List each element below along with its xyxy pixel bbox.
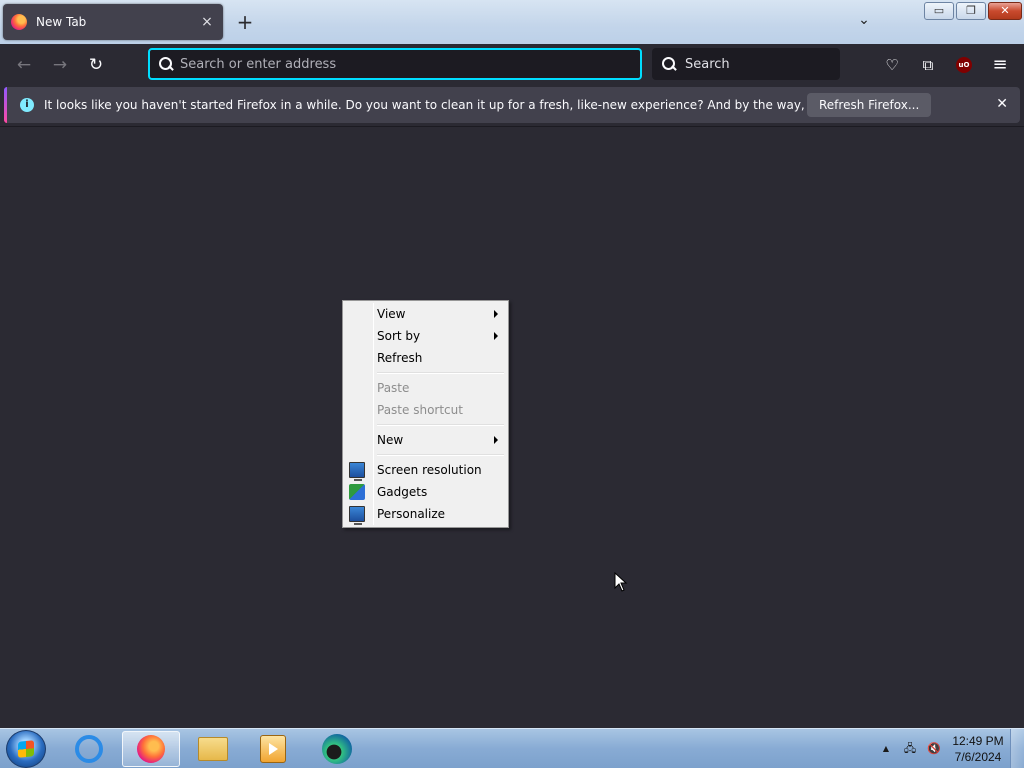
tab-new-tab[interactable]: New Tab × bbox=[3, 4, 223, 40]
menu-separator bbox=[345, 369, 506, 377]
url-bar[interactable] bbox=[148, 48, 642, 80]
taskbar: ▲ 🖧 🔇 12:49 PM 7/6/2024 bbox=[0, 728, 1024, 768]
menu-item-refresh[interactable]: Refresh bbox=[345, 347, 506, 369]
firefox-favicon-icon bbox=[11, 14, 27, 30]
taskbar-internet-explorer[interactable] bbox=[60, 731, 118, 767]
extensions-icon[interactable]: ⧉ bbox=[917, 54, 939, 76]
list-all-tabs-icon[interactable]: ⌄ bbox=[852, 12, 876, 32]
desktop-context-menu: View Sort by Refresh Paste Paste shortcu… bbox=[342, 300, 509, 528]
clock[interactable]: 12:49 PM 7/6/2024 bbox=[946, 733, 1010, 765]
new-tab-button[interactable]: + bbox=[233, 11, 257, 35]
submenu-arrow-icon bbox=[494, 332, 498, 340]
menu-item-label: View bbox=[377, 307, 406, 321]
menu-item-label: Personalize bbox=[377, 507, 446, 521]
internet-explorer-icon bbox=[75, 735, 103, 763]
clock-date: 7/6/2024 bbox=[954, 750, 1002, 764]
address-input[interactable] bbox=[180, 56, 620, 72]
search-icon bbox=[661, 56, 677, 72]
submenu-arrow-icon bbox=[494, 310, 498, 318]
show-desktop-button[interactable] bbox=[1010, 729, 1024, 768]
personalize-icon bbox=[349, 506, 365, 525]
menu-separator bbox=[345, 451, 506, 459]
menu-item-screen-resolution[interactable]: Screen resolution bbox=[345, 459, 506, 481]
ublock-origin-icon: uO bbox=[956, 57, 972, 73]
menu-item-label: Sort by bbox=[377, 329, 421, 343]
reload-button[interactable]: ↻ bbox=[84, 53, 108, 77]
folder-icon bbox=[198, 737, 228, 761]
menu-item-new[interactable]: New bbox=[345, 429, 506, 451]
firefox-icon bbox=[137, 735, 165, 763]
mouse-cursor-icon bbox=[614, 572, 628, 592]
menu-item-label: Gadgets bbox=[377, 485, 428, 499]
search-bar[interactable]: Search bbox=[652, 48, 840, 80]
restore-button[interactable]: ❐ bbox=[956, 2, 986, 20]
menu-item-label: New bbox=[377, 433, 404, 447]
close-notification-icon[interactable]: ✕ bbox=[996, 96, 1008, 112]
hamburger-menu-icon[interactable]: ≡ bbox=[989, 54, 1011, 76]
menu-item-sort-by[interactable]: Sort by bbox=[345, 325, 506, 347]
edge-icon bbox=[322, 734, 352, 764]
info-icon: i bbox=[20, 98, 34, 112]
volume-muted-icon[interactable]: 🔇 bbox=[925, 740, 943, 758]
network-icon[interactable]: 🖧 bbox=[901, 740, 919, 758]
menu-separator bbox=[345, 421, 506, 429]
tab-close-icon[interactable]: × bbox=[199, 14, 215, 30]
menu-item-paste: Paste bbox=[345, 377, 506, 399]
taskbar-windows-explorer[interactable] bbox=[184, 731, 242, 767]
tab-title: New Tab bbox=[36, 15, 87, 29]
clock-time: 12:49 PM bbox=[952, 734, 1004, 748]
ublock-origin-button[interactable]: uO bbox=[953, 54, 975, 76]
menu-item-label: Screen resolution bbox=[377, 463, 482, 477]
refresh-firefox-button[interactable]: Refresh Firefox... bbox=[807, 93, 932, 117]
menu-item-gadgets[interactable]: Gadgets bbox=[345, 481, 506, 503]
menu-item-personalize[interactable]: Personalize bbox=[345, 503, 506, 525]
toolbar-divider bbox=[0, 126, 1024, 127]
submenu-arrow-icon bbox=[494, 436, 498, 444]
search-icon bbox=[158, 56, 174, 72]
taskbar-firefox[interactable] bbox=[122, 731, 180, 767]
window-controls: ▭ ❐ ✕ bbox=[924, 2, 1022, 20]
back-button[interactable]: ← bbox=[12, 53, 36, 77]
media-player-icon bbox=[260, 735, 286, 763]
nav-toolbar: ← → ↻ Search ♡ ⧉ uO ≡ bbox=[0, 44, 1024, 86]
system-tray: ▲ 🖧 🔇 12:49 PM 7/6/2024 bbox=[874, 729, 1024, 768]
gadgets-icon bbox=[349, 484, 365, 500]
menu-item-paste-shortcut: Paste shortcut bbox=[345, 399, 506, 421]
minimize-button[interactable]: ▭ bbox=[924, 2, 954, 20]
start-button[interactable] bbox=[6, 730, 46, 768]
taskbar-edge[interactable] bbox=[308, 731, 366, 767]
menu-item-label: Paste shortcut bbox=[377, 403, 463, 417]
notification-message: It looks like you haven't started Firefo… bbox=[44, 98, 900, 112]
forward-button[interactable]: → bbox=[48, 53, 72, 77]
menu-item-view[interactable]: View bbox=[345, 303, 506, 325]
close-window-button[interactable]: ✕ bbox=[988, 2, 1022, 20]
search-bar-label: Search bbox=[685, 56, 730, 72]
title-bar: New Tab × + ⌄ ▭ ❐ ✕ bbox=[0, 0, 1024, 44]
pocket-icon[interactable]: ♡ bbox=[881, 54, 903, 76]
monitor-icon bbox=[349, 462, 365, 481]
taskbar-media-player[interactable] bbox=[244, 731, 302, 767]
menu-item-label: Paste bbox=[377, 381, 410, 395]
show-hidden-icons-icon[interactable]: ▲ bbox=[877, 740, 895, 758]
menu-item-label: Refresh bbox=[377, 351, 423, 365]
refresh-notification-bar: i It looks like you haven't started Fire… bbox=[4, 87, 1020, 123]
